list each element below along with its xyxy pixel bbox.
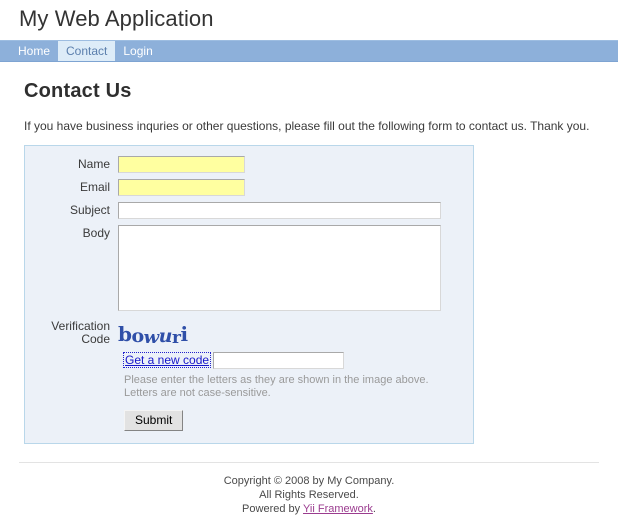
get-new-code-link[interactable]: Get a new code — [122, 352, 212, 369]
captcha-char-6: i — [180, 321, 188, 346]
subject-label: Subject — [69, 202, 110, 217]
contact-form: Name Email Subject Body Verification Cod… — [24, 144, 474, 444]
captcha-input-line: Get a new code — [122, 351, 473, 369]
page-header: My Web Application — [0, 0, 618, 40]
captcha-column: bowuri — [118, 319, 208, 350]
captcha-hint: Please enter the letters as they are sho… — [124, 374, 473, 400]
form-row-body: Body — [25, 224, 473, 311]
verification-label-line2: Code — [81, 331, 110, 346]
subject-input[interactable] — [118, 201, 441, 219]
name-label: Name — [77, 156, 110, 171]
nav-item-login[interactable]: Login — [115, 41, 160, 61]
verification-label-line1: Verification — [51, 318, 110, 333]
site-title: My Web Application — [19, 6, 214, 31]
nav-item-home[interactable]: Home — [10, 41, 58, 61]
captcha-image: bowuri — [118, 319, 208, 350]
submit-button[interactable]: Submit — [124, 409, 184, 431]
captcha-char-5: r — [172, 327, 181, 348]
form-row-email: Email — [25, 178, 473, 196]
captcha-char-2: o — [131, 324, 144, 347]
captcha-hint-line2: Letters are not case-sensitive. — [124, 386, 271, 399]
verification-code-input[interactable] — [213, 351, 345, 369]
verification-code-label: Verification Code — [25, 319, 118, 346]
form-row-name: Name — [25, 155, 473, 173]
form-row-subject: Subject — [25, 201, 473, 219]
main-content: Contact Us If you have business inquries… — [0, 80, 618, 444]
page-footer: Copyright © 2008 by My Company. All Righ… — [19, 461, 599, 516]
intro-paragraph: If you have business inquries or other q… — [24, 119, 590, 133]
name-input[interactable] — [118, 155, 245, 173]
captcha-hint-line1: Please enter the letters as they are sho… — [124, 373, 429, 386]
email-input[interactable] — [118, 178, 245, 196]
footer-copyright: Copyright © 2008 by My Company. — [223, 474, 395, 487]
footer-powered-by: Powered by Yii Framework. — [19, 502, 599, 516]
submit-row: Submit — [124, 409, 473, 431]
nav-item-contact[interactable]: Contact — [58, 41, 116, 61]
captcha-char-4: u — [158, 324, 173, 347]
captcha-char-3: w — [143, 326, 160, 348]
form-row-verification: Verification Code bowuri — [25, 319, 473, 350]
email-label: Email — [79, 179, 110, 194]
page-title: Contact Us — [24, 80, 132, 102]
main-navigation: Home Contact Login — [0, 40, 618, 62]
body-label: Body — [82, 225, 110, 240]
footer-rights: All Rights Reserved. — [259, 488, 359, 501]
captcha-char-1: b — [118, 321, 132, 346]
body-textarea[interactable] — [118, 224, 441, 311]
